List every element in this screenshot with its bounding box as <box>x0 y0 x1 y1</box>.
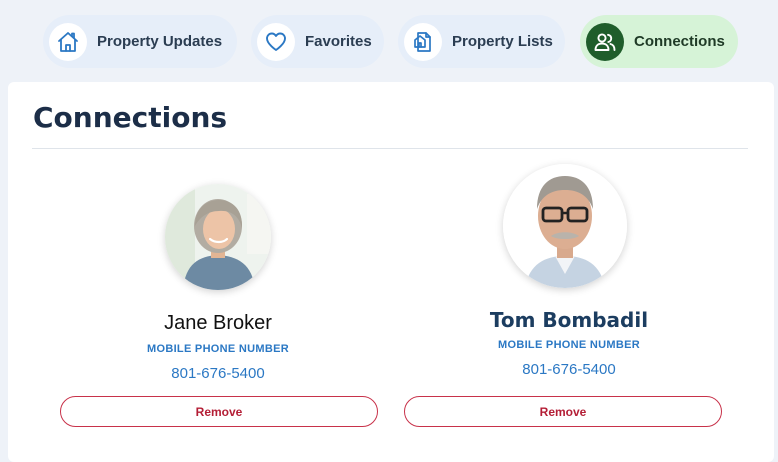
users-icon <box>586 22 624 61</box>
tab-favorites[interactable]: Favorites <box>251 15 384 68</box>
connections-panel: Connections Jane Broker MOBILE PHONE NUM… <box>8 82 774 462</box>
tab-label: Connections <box>634 33 725 50</box>
connection-card: Tom Bombadil MOBILE PHONE NUMBER 801-676… <box>399 164 739 444</box>
document-list-icon <box>404 22 442 61</box>
avatar <box>165 184 271 290</box>
phone-number[interactable]: 801-676-5400 <box>399 361 739 378</box>
page-title: Connections <box>33 101 228 134</box>
tab-bar: Property Updates Favorites Property List… <box>0 14 778 70</box>
tab-connections[interactable]: Connections <box>580 15 738 68</box>
tab-label: Property Updates <box>97 33 223 50</box>
remove-button[interactable]: Remove <box>404 396 722 427</box>
connection-name: Tom Bombadil <box>489 308 649 332</box>
tab-label: Favorites <box>305 33 372 50</box>
avatar <box>503 164 627 288</box>
tab-property-lists[interactable]: Property Lists <box>398 15 565 68</box>
connection-name: Jane Broker <box>164 312 272 334</box>
phone-label: MOBILE PHONE NUMBER <box>147 343 289 355</box>
phone-number[interactable]: 801-676-5400 <box>48 365 388 382</box>
heart-icon <box>257 22 295 61</box>
connection-card: Jane Broker MOBILE PHONE NUMBER 801-676-… <box>48 164 388 444</box>
remove-button[interactable]: Remove <box>60 396 378 427</box>
home-icon <box>49 22 87 61</box>
divider <box>32 148 748 149</box>
phone-label: MOBILE PHONE NUMBER <box>498 339 640 351</box>
tab-property-updates[interactable]: Property Updates <box>43 15 237 68</box>
tab-label: Property Lists <box>452 33 553 50</box>
